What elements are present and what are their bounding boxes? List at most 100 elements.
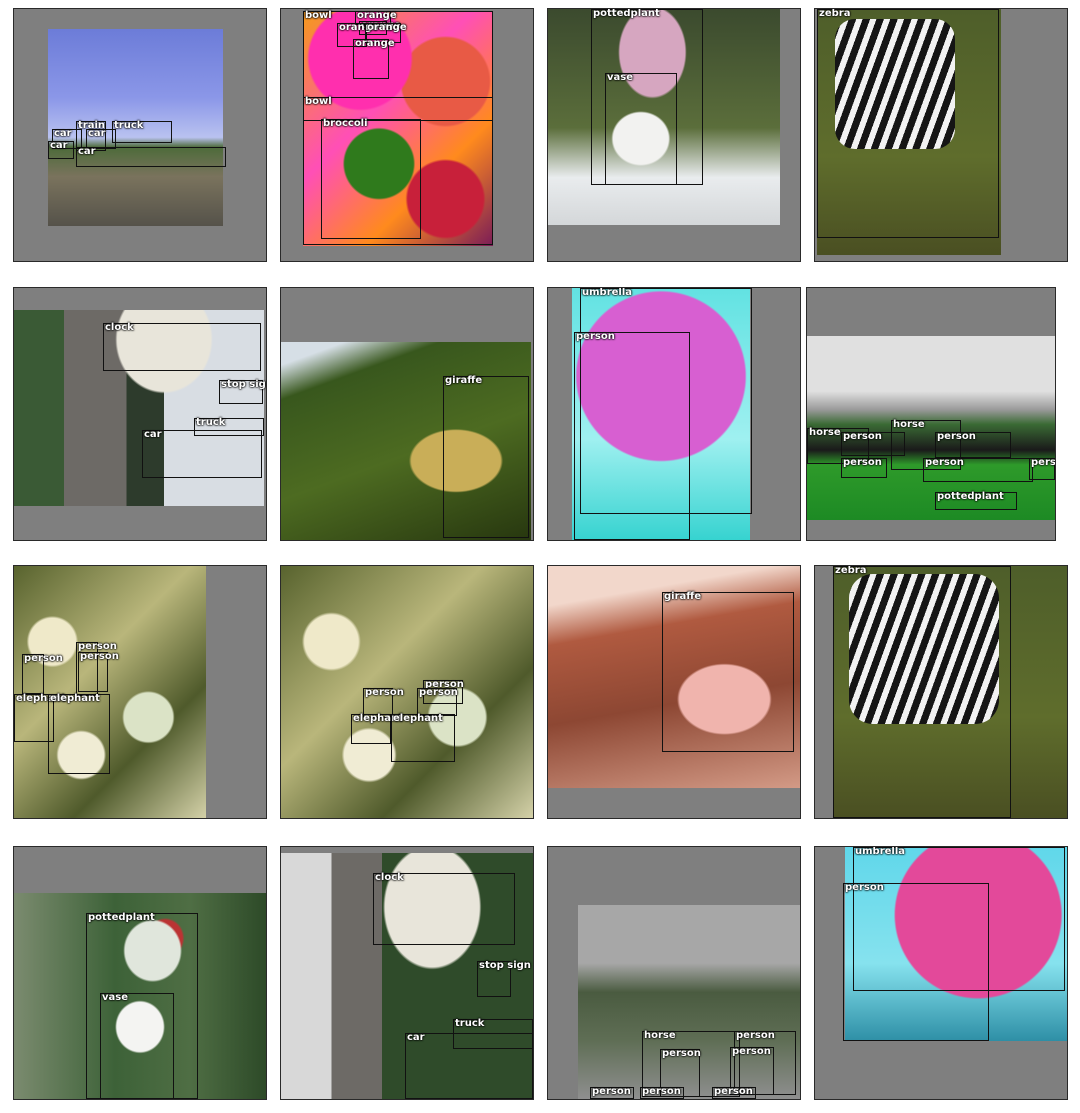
bbox-label: zebra (835, 565, 867, 576)
bbox-clock: clock (103, 322, 261, 371)
bbox-car: car (142, 429, 262, 478)
bbox-label: clock (375, 872, 404, 883)
bbox-person: person (417, 687, 458, 716)
bbox-zebra: zebra (833, 566, 1011, 818)
image-tile-11: giraffe (547, 565, 801, 819)
bbox-label: pottedplant (88, 912, 155, 923)
bbox-label: elephant (50, 693, 100, 704)
bbox-person: person (712, 1086, 756, 1099)
image-tile-5: clock stop sign truck car (13, 287, 267, 541)
bbox-label: person (592, 1086, 631, 1097)
bbox-car: car (76, 146, 226, 167)
image-tile-10: person person person elephant elephant (280, 565, 534, 819)
bbox-clock: clock (373, 872, 515, 945)
bbox-giraffe: giraffe (662, 591, 794, 752)
bbox-label: vase (102, 992, 129, 1003)
image-tile-8: horse person horse person person person … (806, 287, 1056, 541)
bbox-label: elephant (393, 713, 443, 724)
bbox-car: car (405, 1032, 533, 1099)
image-tile-15: horse person person person person person… (547, 846, 801, 1100)
bbox-person: person (640, 1086, 684, 1099)
bbox-label: vase (607, 72, 634, 83)
bbox-label: person (736, 1030, 775, 1041)
bbox-elephant: elephant (48, 693, 110, 774)
bbox-label: umbrella (582, 287, 633, 298)
bbox-label: person (714, 1086, 753, 1097)
bbox-broccoli: broccoli (321, 118, 421, 239)
image-tile-7: umbrella person (547, 287, 801, 541)
image-tile-16: umbrella person (814, 846, 1068, 1100)
bbox-label: orange (367, 22, 407, 33)
bbox-person: person (843, 882, 989, 1041)
bbox-person: person (574, 331, 690, 540)
bbox-person: person (22, 653, 63, 694)
bbox-label: car (50, 140, 68, 151)
bbox-label: truck (114, 120, 144, 131)
bbox-label: person (925, 457, 964, 468)
bbox-label: person (576, 331, 615, 342)
bbox-label: person (419, 687, 458, 698)
bbox-label: horse (809, 427, 841, 438)
image-tile-13: pottedplant vase (13, 846, 267, 1100)
bbox-label: person (24, 653, 63, 664)
image-tile-3: pottedplant vase (547, 8, 801, 262)
bbox-stop-sign: stop sign (219, 379, 266, 404)
bbox-car: car (48, 140, 74, 159)
bbox-label: person (732, 1046, 771, 1057)
bbox-label: broccoli (323, 118, 368, 129)
bbox-label: person (843, 457, 882, 468)
image-tile-2: bowl orange orange orange orange orange … (280, 8, 534, 262)
bbox-label: bowl (305, 96, 332, 107)
bbox-stop-sign: stop sign (477, 960, 531, 997)
bbox-label: person (642, 1086, 681, 1097)
bbox-label: person (365, 687, 404, 698)
bbox-label: clock (105, 322, 134, 333)
bbox-zebra: zebra (817, 9, 999, 238)
bbox-pottedplant: pottedplant (935, 491, 1017, 510)
bbox-label: stop sign (221, 379, 266, 390)
bbox-label: truck (196, 417, 226, 428)
bbox-label: bowl (305, 10, 332, 21)
image-tile-1: train car car car truck car (13, 8, 267, 262)
bbox-orange: orange (353, 38, 395, 79)
bbox-label: truck (455, 1018, 485, 1029)
bbox-label: zebra (819, 8, 851, 19)
bbox-label: car (144, 429, 162, 440)
image-tile-9: person person person elephant elephant (13, 565, 267, 819)
bbox-truck: truck (112, 120, 172, 143)
bbox-label: pottedplant (593, 8, 660, 19)
image-tile-4: zebra (814, 8, 1068, 262)
bbox-label: car (54, 128, 72, 139)
bbox-label: giraffe (445, 375, 483, 386)
photo (281, 566, 533, 818)
image-tile-14: clock stop sign truck car (280, 846, 534, 1100)
bbox-label: person (662, 1048, 701, 1059)
bbox-label: horse (644, 1030, 676, 1041)
bbox-label: orange (355, 38, 395, 49)
bbox-label: pottedplant (937, 491, 1004, 502)
bbox-label: stop sign (479, 960, 531, 971)
bbox-label: person (80, 651, 119, 662)
bbox-label: giraffe (664, 591, 702, 602)
bbox-label: person (1031, 457, 1056, 468)
bbox-person: person (78, 651, 119, 692)
bbox-label: umbrella (855, 846, 906, 857)
bbox-person: person (841, 457, 887, 478)
bbox-label: car (78, 146, 96, 157)
bbox-person: person (923, 457, 1033, 482)
image-tile-12: zebra (814, 565, 1068, 819)
bbox-vase: vase (100, 992, 174, 1099)
bbox-elephant: elephant (391, 713, 455, 762)
bbox-vase: vase (605, 72, 677, 185)
bbox-person: person (1029, 457, 1056, 480)
bbox-label: car (88, 128, 106, 139)
bbox-person: person (935, 431, 1011, 458)
image-tile-6: giraffe (280, 287, 534, 541)
bbox-elephant: elephant (351, 713, 403, 744)
bbox-giraffe: giraffe (443, 375, 529, 538)
bbox-label: person (937, 431, 976, 442)
bbox-label: car (407, 1032, 425, 1043)
bbox-person: person (590, 1086, 634, 1099)
bbox-label: person (845, 882, 884, 893)
bbox-label: horse (893, 419, 925, 430)
